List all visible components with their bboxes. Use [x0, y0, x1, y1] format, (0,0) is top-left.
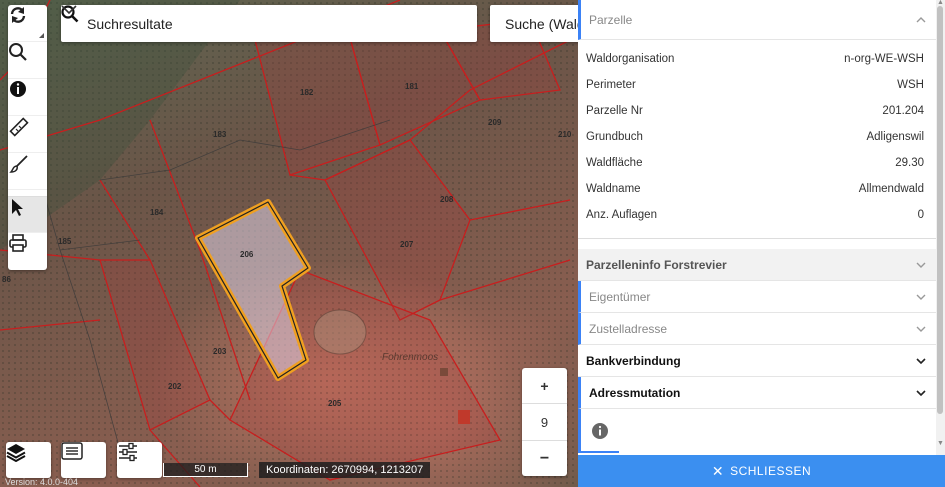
attribute-row: Waldorganisation n-org-WE-WSH: [586, 53, 924, 65]
info-tab[interactable]: [581, 411, 619, 453]
info-tab-bar: [578, 409, 936, 453]
close-label: SCHLIESSEN: [730, 464, 812, 478]
layers-icon: [6, 444, 26, 462]
parcel-label: 205: [328, 399, 342, 408]
zoom-in-button[interactable]: +: [522, 368, 567, 404]
parcel-label: 184: [150, 208, 164, 217]
sliders-icon: [119, 442, 137, 462]
coordinates-display: Koordinaten: 2670994, 1213207: [259, 462, 431, 478]
info-icon: [10, 81, 26, 97]
scroll-down-icon[interactable]: ▼: [937, 440, 944, 447]
attribute-row: Parzelle Nr 201.204: [586, 105, 924, 117]
parcel-label: 203: [213, 347, 227, 356]
feature-info-panel: Parzelle Waldorganisation n-org-WE-WSH Pe…: [578, 0, 945, 487]
brush-icon: [9, 155, 28, 173]
scale-bar: 50 m: [163, 463, 248, 477]
cursor-icon: [12, 199, 23, 216]
panel-content[interactable]: Parzelle Waldorganisation n-org-WE-WSH Pe…: [578, 0, 936, 455]
search-input[interactable]: Suche (Wald: [490, 5, 578, 42]
parcel-label: 208: [440, 195, 454, 204]
close-button[interactable]: ✕ SCHLIESSEN: [578, 455, 945, 487]
parcel-layer: [0, 0, 571, 487]
chevron-down-icon: [916, 389, 926, 396]
chevron-down-icon: [916, 262, 926, 268]
zoom-control: + 9 −: [522, 368, 567, 476]
section-parzelle-header[interactable]: Parzelle: [578, 0, 936, 40]
corner-indicator-icon: [39, 33, 44, 38]
legend-button[interactable]: [61, 442, 106, 478]
section-title: Eigentümer: [589, 289, 651, 304]
chevron-down-icon: [916, 294, 926, 300]
chevron-down-icon: [916, 326, 926, 332]
parcel-label: 207: [400, 240, 414, 249]
attribute-row: Waldname Allmendwald: [586, 183, 924, 195]
parcel-label: 210: [558, 130, 572, 139]
map-toolbar: [8, 5, 47, 270]
section-adressmutation-header[interactable]: Adressmutation: [578, 377, 936, 409]
section-zustelladresse-header[interactable]: Zustelladresse: [578, 313, 936, 345]
ruler-icon: [9, 117, 29, 137]
refresh-button[interactable]: [8, 5, 47, 42]
parcel-label: 202: [168, 382, 182, 391]
print-button[interactable]: [8, 233, 47, 270]
section-title: Bankverbindung: [586, 353, 681, 368]
chevron-down-icon: [61, 5, 77, 15]
attribute-row: Perimeter WSH: [586, 79, 924, 91]
place-label: Fohrenmoos: [382, 352, 439, 363]
parcel-label: 185: [58, 237, 72, 246]
chevron-down-icon: [916, 357, 926, 364]
search-tool-button[interactable]: [8, 42, 47, 79]
search-icon: [9, 43, 27, 61]
section-eigentuemer-header[interactable]: Eigentümer: [578, 281, 936, 313]
search-results-label: Suchresultate: [87, 15, 173, 32]
parcel-label: 209: [488, 118, 502, 127]
zoom-level: 9: [540, 414, 549, 430]
section-title: Parzelle: [589, 12, 633, 27]
parcel-label: 86: [2, 275, 11, 284]
attribute-row: Grundbuch Adligenswil: [586, 131, 924, 143]
layers-button[interactable]: [6, 442, 51, 478]
info-icon: [592, 423, 608, 439]
map-view[interactable]: 182 181 209 210 183 208 184 207 185 206 …: [0, 0, 578, 487]
draw-tool-button[interactable]: [8, 153, 47, 190]
section-forstrevier-header[interactable]: Parzelleninfo Forstrevier: [578, 249, 936, 281]
info-tool-button[interactable]: [8, 79, 47, 116]
parcel-label: 182: [300, 88, 314, 97]
measure-tool-button[interactable]: [8, 116, 47, 153]
refresh-icon: [10, 7, 26, 23]
parzelle-details: Waldorganisation n-org-WE-WSH Perimeter WS…: [578, 40, 936, 239]
filter-settings-button[interactable]: [117, 442, 162, 478]
parcel-label: 181: [405, 82, 419, 91]
select-tool-button[interactable]: [8, 196, 47, 233]
panel-scrollbar[interactable]: ▲ ▼: [936, 0, 945, 455]
version-label: Version: 4.0.0-404: [5, 477, 79, 487]
zoom-out-button[interactable]: −: [522, 440, 567, 476]
close-icon: ✕: [711, 462, 725, 479]
section-bankverbindung-header[interactable]: Bankverbindung: [578, 345, 936, 377]
attribute-row: Anz. Auflagen 0: [586, 209, 924, 221]
parcel-label: 183: [213, 130, 227, 139]
attribute-row: Waldfläche 29.30: [586, 157, 924, 169]
scroll-thumb[interactable]: [937, 6, 943, 414]
print-icon: [9, 234, 27, 252]
chevron-up-icon: [916, 16, 926, 22]
parcel-label: 206: [240, 250, 254, 259]
section-title: Zustelladresse: [589, 321, 668, 336]
list-icon: [61, 442, 83, 460]
search-results-dropdown[interactable]: Suchresultate: [61, 5, 477, 42]
section-title: Adressmutation: [589, 385, 681, 400]
section-title: Parzelleninfo Forstrevier: [586, 257, 727, 272]
